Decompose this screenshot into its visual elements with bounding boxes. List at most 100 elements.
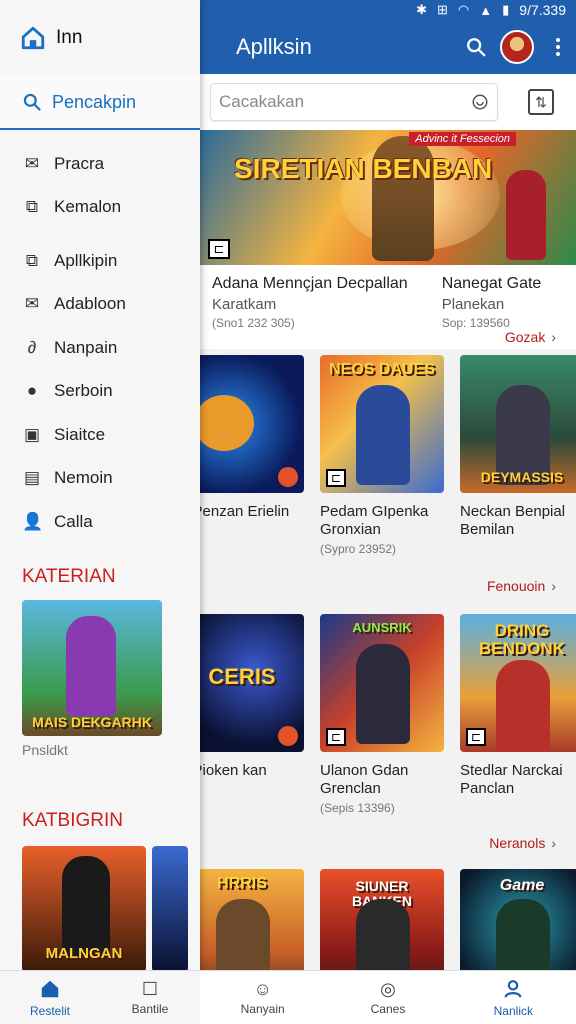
- drawer-section-title: KATERIAN: [22, 565, 116, 587]
- drawer-item-pracra[interactable]: ✉ Pracra: [0, 142, 200, 186]
- search-icon: [23, 93, 41, 111]
- nav-restelit[interactable]: Restelit: [0, 971, 100, 1024]
- search-button[interactable]: [458, 29, 494, 65]
- more-options-button[interactable]: [540, 29, 576, 65]
- search-box: [210, 83, 498, 121]
- nav-bantile[interactable]: ☐ Bantile: [100, 971, 200, 1024]
- drawer-item-adabloon[interactable]: ✉ Adabloon: [0, 283, 200, 327]
- drawer-item-label: Siaitce: [54, 424, 106, 444]
- game-name: Stedlar Narckai Panclan: [460, 762, 563, 797]
- game-card[interactable]: n Penzan Erielin: [200, 355, 304, 556]
- game-title: Adana Mennçjan Decpallan: [212, 275, 408, 292]
- game-name: n Pioken kan: [200, 762, 267, 779]
- banner-enemy-figure: [506, 170, 546, 260]
- drawer-menu: ✉ Pracra ⧉ Kemalon ⧉ Apllkipin ✉ Adabloon ∂ N…: [0, 130, 200, 544]
- mail-icon: ✉: [24, 294, 40, 314]
- avatar[interactable]: [500, 30, 534, 64]
- game-thumbnail: DRING BENDONK ⊏: [460, 614, 576, 752]
- badge-icon: [278, 726, 298, 746]
- thumb-title: AUNSRIK: [352, 620, 412, 635]
- rating-icon: ⊏: [208, 239, 230, 259]
- search-icon: [467, 38, 486, 57]
- drawer-item-serboin[interactable]: ● Serboin: [0, 370, 200, 414]
- game-card[interactable]: SIUNER BANKEN: [320, 869, 444, 970]
- game-thumbnail: CERIS: [200, 614, 304, 752]
- voice-icon[interactable]: [471, 93, 489, 111]
- list-icon: ▤: [23, 468, 41, 488]
- game-character: [356, 644, 410, 744]
- drawer-item-apllkipin[interactable]: ⧉ Apllkipin: [0, 239, 200, 283]
- rating-icon: ⊏: [326, 469, 346, 487]
- game-thumbnail: Game: [460, 869, 576, 970]
- game-thumbnail: HRRIS: [200, 869, 304, 970]
- game-card[interactable]: AUNSRIK ⊏ Ulanon Gdan Grenclan (Sepis 13…: [320, 614, 444, 815]
- game-card[interactable]: HRRIS: [200, 869, 304, 970]
- nav-label: Nanlick: [493, 1003, 533, 1018]
- nav-label: Nanyain: [240, 1001, 285, 1016]
- game-card[interactable]: DRING BENDONK ⊏ Stedlar Narckai Panclan: [460, 614, 576, 815]
- drawer-header[interactable]: Inn: [0, 0, 200, 76]
- mail-icon: ✉: [24, 153, 40, 173]
- banner-info-row: Adana Mennçjan Decpallan Karatkam (Sno1 …: [200, 265, 576, 337]
- game-name: Pedam GIpenka Gronxian: [320, 503, 429, 538]
- game-icon: ◎: [380, 978, 396, 999]
- game-character: [496, 899, 550, 970]
- game-card[interactable]: CERIS n Pioken kan: [200, 614, 304, 815]
- game-card[interactable]: NEOS DAUES ⊏ Pedam GIpenka Gronxian (Syp…: [320, 355, 444, 556]
- square-icon: ☐: [141, 978, 159, 999]
- drawer-thumbnail[interactable]: MALNGAN: [22, 845, 146, 972]
- app-bar: Apllksin: [200, 20, 576, 74]
- chevron-right-icon: ›: [551, 835, 556, 851]
- section-link-2[interactable]: Neranols ›: [200, 831, 576, 855]
- nav-label: Bantile: [131, 1001, 169, 1016]
- person-icon: 👤: [22, 511, 44, 531]
- game-card[interactable]: Game: [460, 869, 576, 970]
- bottom-nav-drawer-part: Restelit ☐ Bantile: [0, 971, 200, 1024]
- drawer-item-label: Adabloon: [54, 294, 126, 314]
- nav-nanyain[interactable]: ☺ Nanyain: [200, 971, 325, 1024]
- drawer-item-label: Kemalon: [54, 197, 122, 217]
- game-subtitle: Karatkam: [212, 296, 277, 313]
- featured-banner[interactable]: Advinc it Fessecion SIRETIAN BENBAN ⊏: [200, 130, 576, 265]
- sim-icon: ⊞: [437, 2, 448, 17]
- drawer-search-label: Pencakpin: [52, 91, 137, 112]
- nav-nanlick[interactable]: Nanlick: [451, 971, 576, 1024]
- person-icon: [504, 979, 522, 998]
- nav-canes[interactable]: ◎ Canes: [325, 971, 450, 1024]
- kebab-dot-icon: [556, 45, 560, 49]
- kebab-dot-icon: [556, 52, 560, 56]
- game-character: [66, 615, 116, 716]
- drawer-thumbnail[interactable]: [152, 845, 188, 972]
- search-input[interactable]: [219, 92, 471, 112]
- thumb-title: NEOS DAUES: [329, 361, 435, 378]
- link-icon: ∂: [27, 337, 37, 357]
- badge-icon: [278, 467, 298, 487]
- nav-label: Canes: [370, 1001, 406, 1016]
- game-meta: (Sno1 232 305): [212, 316, 295, 330]
- section-link-1[interactable]: Fenouoin ›: [200, 574, 576, 598]
- wifi-icon: ◠: [457, 2, 470, 17]
- drawer-item-siaitce[interactable]: ▣ Siaitce: [0, 413, 200, 457]
- drawer-item-calla[interactable]: 👤 Calla: [0, 500, 200, 544]
- drawer-item-label: Apllkipin: [54, 250, 118, 270]
- drawer-thumb-caption: Pnsldkt: [22, 741, 68, 758]
- drawer-item-kemalon[interactable]: ⧉ Kemalon: [0, 186, 200, 230]
- thumb-title: Game: [499, 877, 545, 894]
- kebab-dot-icon: [556, 38, 560, 42]
- status-bar: ✱ ⊞ ◠ ▲ ▮ 9/7.339: [200, 0, 576, 20]
- drawer-thumbnails: MALNGAN: [22, 845, 200, 972]
- banner-info-left[interactable]: Adana Mennçjan Decpallan Karatkam (Sno1 …: [200, 265, 408, 337]
- chevron-right-icon: ›: [551, 578, 556, 594]
- location-icon: ●: [26, 381, 38, 401]
- thumb-title: HRRIS: [217, 875, 267, 892]
- drawer-featured-thumbnail[interactable]: MAIS DEKGARHK: [22, 599, 162, 736]
- drawer-item-nemoin[interactable]: ▤ Nemoin: [0, 457, 200, 501]
- banner-badge: Advinc it Fessecion: [409, 132, 516, 146]
- filter-button[interactable]: ⇅: [528, 89, 554, 115]
- game-card[interactable]: DEYMASSIS Neckan Benpial Bemilan: [460, 355, 576, 556]
- drawer-search-item[interactable]: Pencakpin: [0, 76, 200, 130]
- nav-label: Restelit: [29, 1003, 70, 1018]
- banner-info-right[interactable]: Nanegat Gate Planekan Sop: 139560: [408, 265, 542, 337]
- drawer-item-nanpain[interactable]: ∂ Nanpain: [0, 326, 200, 370]
- game-thumbnail: AUNSRIK ⊏: [320, 614, 444, 752]
